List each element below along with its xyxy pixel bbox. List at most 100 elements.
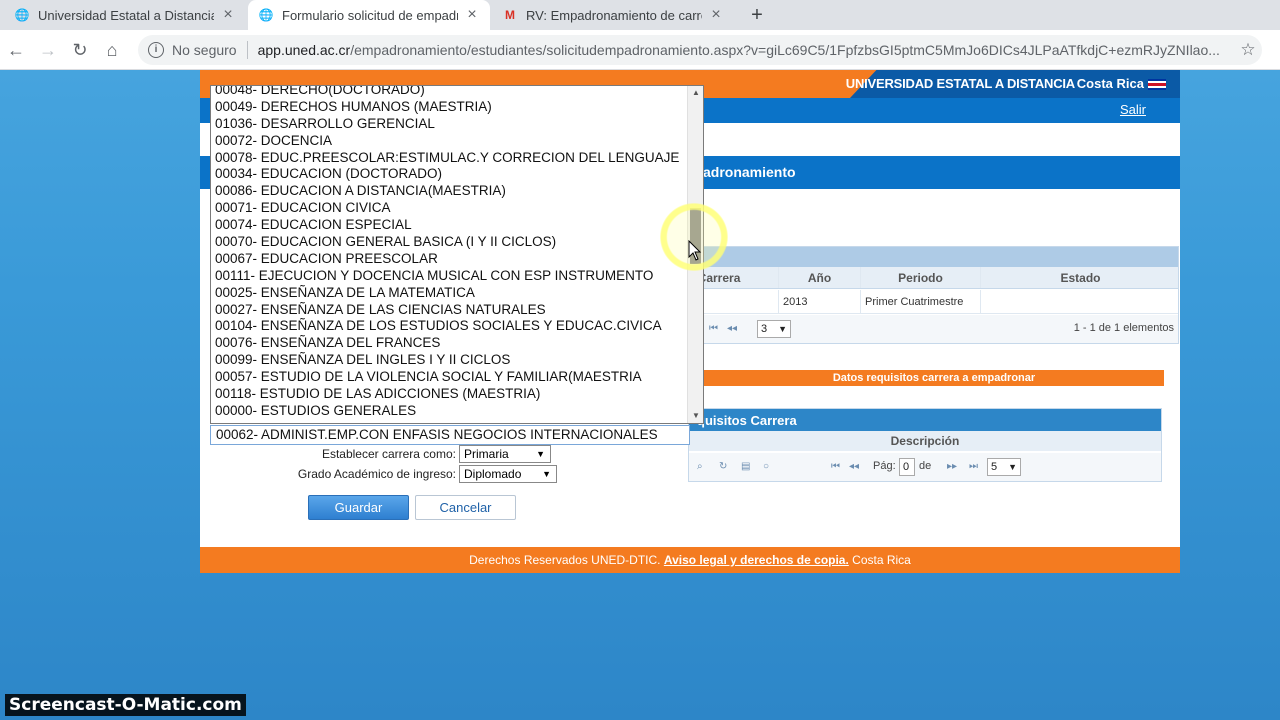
browser-tab-formulario[interactable]: 🌐 Formulario solicitud de empadro ×	[248, 0, 490, 30]
legal-link[interactable]: Aviso legal y derechos de copia.	[664, 553, 849, 567]
footer-text: Derechos Reservados UNED-DTIC.	[469, 553, 661, 567]
page-size-select[interactable]: 3 ▼	[757, 320, 791, 338]
column-header[interactable]: Estado	[981, 267, 1180, 288]
requirements-panel: quisitos Carrera Descripción ⌕ ↻ ▤ ○ ⏮ ◂…	[688, 408, 1162, 482]
grade-select[interactable]: Diplomado ▼	[459, 465, 557, 483]
establish-label: Establecer carrera como:	[321, 447, 456, 461]
career-listbox[interactable]: 00048- DERECHO(DOCTORADO) 00049- DERECHO…	[210, 85, 704, 424]
list-item[interactable]: 00034- EDUCACION (DOCTORADO)	[215, 166, 691, 183]
globe-icon: 🌐	[14, 8, 30, 22]
prev-page-icon[interactable]: ◂◂	[727, 323, 737, 334]
list-item[interactable]: 00071- EDUCACION CIVICA	[215, 200, 691, 217]
list-item[interactable]: 00000- ESTUDIOS GENERALES	[215, 403, 691, 420]
career-options: 00048- DERECHO(DOCTORADO) 00049- DERECHO…	[215, 86, 691, 420]
university-title: UNIVERSIDAD ESTATAL A DISTANCIA	[845, 76, 1075, 91]
browser-tab-gmail[interactable]: M RV: Empadronamiento de carrera ×	[492, 0, 734, 30]
gmail-icon: M	[505, 8, 515, 22]
list-item[interactable]: 00111- EJECUCION Y DOCENCIA MUSICAL CON …	[215, 268, 691, 285]
of-label: de	[919, 460, 932, 472]
tab-title: Universidad Estatal a Distancia - U	[38, 7, 214, 23]
list-item[interactable]: 00099- ENSEÑANZA DEL INGLES I Y II CICLO…	[215, 352, 691, 369]
grid-pager: ⏮ ◂◂ 3 ▼ 1 - 1 de 1 elementos	[683, 315, 1178, 343]
bookmark-star-icon[interactable]: ☆	[1234, 40, 1262, 60]
requirements-banner: Datos requisitos carrera a empadronar	[704, 370, 1164, 386]
table-cell	[981, 290, 1180, 313]
tab-title: Formulario solicitud de empadro	[282, 7, 458, 23]
back-arrow-icon[interactable]: ←	[4, 38, 28, 62]
country-label: Costa Rica	[1076, 76, 1144, 91]
list-item[interactable]: 00057- ESTUDIO DE LA VIOLENCIA SOCIAL Y …	[215, 369, 691, 386]
costa-rica-flag-icon	[1148, 79, 1166, 90]
chevron-down-icon: ▼	[1008, 462, 1017, 472]
last-page-icon[interactable]: ⏭	[969, 461, 978, 472]
careers-grid: o Carrera Año Periodo Estado al 2013 Pri…	[682, 246, 1179, 344]
grid-summary: 1 - 1 de 1 elementos	[1073, 322, 1174, 334]
first-page-icon[interactable]: ⏮	[831, 461, 840, 472]
mouse-pointer-icon	[688, 240, 702, 261]
search-icon[interactable]: ⌕	[697, 461, 703, 472]
next-page-icon[interactable]: ▸▸	[947, 461, 957, 472]
section-title: adronamiento	[703, 164, 796, 180]
list-item[interactable]: 00118- ESTUDIO DE LAS ADICCIONES (MAESTR…	[215, 386, 691, 403]
info-icon[interactable]: i	[148, 42, 164, 58]
column-header[interactable]: Descripción	[689, 431, 1161, 451]
export-icon[interactable]: ▤	[741, 461, 750, 472]
close-icon[interactable]: ×	[220, 6, 236, 24]
url-path: /empadronamiento/estudiantes/solicitudem…	[350, 42, 1220, 58]
list-item[interactable]: 00048- DERECHO(DOCTORADO)	[215, 86, 691, 99]
column-header[interactable]: Periodo	[861, 267, 981, 288]
requirements-title: quisitos Carrera	[697, 413, 797, 428]
table-cell: 2013	[779, 290, 861, 313]
home-icon[interactable]: ⌂	[100, 38, 124, 62]
page-size-value: 5	[991, 461, 998, 473]
close-icon[interactable]: ×	[464, 6, 480, 24]
browser-tab-strip: 🌐 Universidad Estatal a Distancia - U × …	[0, 0, 1280, 30]
page-input[interactable]: 0	[899, 458, 915, 476]
table-cell: Primer Cuatrimestre	[861, 290, 981, 313]
new-tab-button[interactable]: +	[746, 4, 768, 26]
tab-title: RV: Empadronamiento de carrera	[526, 7, 702, 23]
chevron-down-icon: ▼	[542, 469, 551, 479]
first-page-icon[interactable]: ⏮	[709, 323, 718, 334]
list-item[interactable]: 00072- DOCENCIA	[215, 133, 691, 150]
refresh-icon[interactable]: ↻	[719, 461, 727, 472]
page-size-value: 3	[761, 323, 768, 335]
reload-icon[interactable]: ↻	[68, 38, 92, 62]
list-item[interactable]: 00067- EDUCACION PREESCOLAR	[215, 251, 691, 268]
scroll-up-icon[interactable]: ▲	[688, 86, 703, 100]
browser-toolbar: ← → ↻ ⌂ i No seguro app.uned.ac.cr /empa…	[0, 30, 1280, 70]
list-item[interactable]: 00025- ENSEÑANZA DE LA MATEMATICA	[215, 285, 691, 302]
establish-select[interactable]: Primaria ▼	[459, 445, 551, 463]
scroll-down-icon[interactable]: ▼	[688, 409, 703, 423]
list-item[interactable]: 00104- ENSEÑANZA DE LOS ESTUDIOS SOCIALE…	[215, 318, 691, 335]
requirements-pager: ⌕ ↻ ▤ ○ ⏮ ◂◂ Pág: 0 de ▸▸ ⏭ 5 ▼	[689, 453, 1161, 481]
list-item[interactable]: 01036- DESARROLLO GERENCIAL	[215, 116, 691, 133]
cancel-button[interactable]: Cancelar	[415, 495, 516, 520]
prev-page-icon[interactable]: ◂◂	[849, 461, 859, 472]
list-item[interactable]: 00078- EDUC.PREESCOLAR:ESTIMULAC.Y CORRE…	[215, 150, 691, 167]
list-item[interactable]: 00027- ENSEÑANZA DE LAS CIENCIAS NATURAL…	[215, 302, 691, 319]
security-label: No seguro	[172, 42, 237, 58]
list-item[interactable]: 00086- EDUCACION A DISTANCIA(MAESTRIA)	[215, 183, 691, 200]
page-size-select[interactable]: 5 ▼	[987, 458, 1021, 476]
grid-title-bar	[683, 247, 1178, 267]
list-item[interactable]: 00070- EDUCACION GENERAL BASICA (I Y II …	[215, 234, 691, 251]
chevron-down-icon: ▼	[536, 449, 545, 459]
save-button[interactable]: Guardar	[308, 495, 409, 520]
table-row[interactable]: al 2013 Primer Cuatrimestre	[683, 290, 1178, 314]
career-select[interactable]: 00062- ADMINIST.EMP.CON ENFASIS NEGOCIOS…	[210, 425, 690, 445]
requirements-header: quisitos Carrera	[689, 409, 1161, 431]
settings-icon[interactable]: ○	[763, 461, 769, 472]
address-bar[interactable]: i No seguro app.uned.ac.cr /empadronamie…	[138, 35, 1262, 65]
list-item[interactable]: 00076- ENSEÑANZA DEL FRANCES	[215, 335, 691, 352]
forward-arrow-icon[interactable]: →	[36, 38, 60, 62]
page-label: Pág:	[873, 460, 896, 472]
list-item[interactable]: 00074- EDUCACION ESPECIAL	[215, 217, 691, 234]
close-icon[interactable]: ×	[708, 6, 724, 24]
column-header[interactable]: Año	[779, 267, 861, 288]
list-item[interactable]: 00049- DERECHOS HUMANOS (MAESTRIA)	[215, 99, 691, 116]
logout-link[interactable]: Salir	[1120, 102, 1146, 117]
grid-header: o Carrera Año Periodo Estado	[683, 267, 1178, 289]
browser-tab-uned[interactable]: 🌐 Universidad Estatal a Distancia - U ×	[4, 0, 246, 30]
footer: Derechos Reservados UNED-DTIC. Aviso leg…	[200, 547, 1180, 573]
